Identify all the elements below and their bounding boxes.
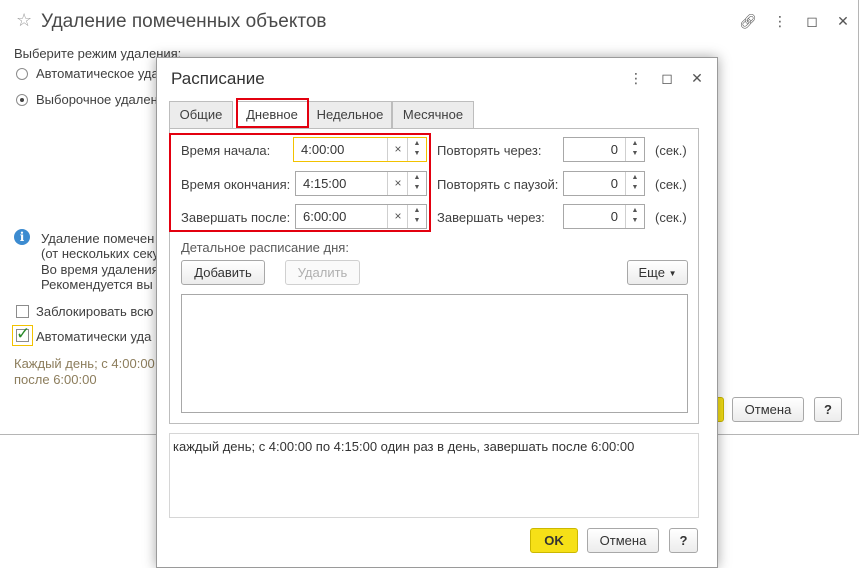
- schedule-link-line2[interactable]: после 6:00:00: [14, 372, 97, 387]
- add-button[interactable]: Добавить: [181, 260, 265, 285]
- repeat-pause-label: Повторять с паузой:: [437, 177, 559, 192]
- schedule-dialog: Расписание ⋮ ◻ ✕ Общие Дневное Недельное…: [156, 57, 718, 568]
- finish-in-spinner[interactable]: ▲ ▼: [625, 205, 644, 228]
- info-line-2: (от нескольких секу: [41, 246, 160, 261]
- tab-weekly[interactable]: Недельное: [308, 101, 392, 128]
- info-line-1: Удаление помечен: [41, 231, 155, 246]
- tab-monthly[interactable]: Месячное: [392, 101, 474, 128]
- detail-schedule-label: Детальное расписание дня:: [181, 240, 349, 255]
- checkbox-lock[interactable]: [16, 305, 29, 318]
- info-line-3: Во время удаления: [41, 262, 159, 277]
- ok-button[interactable]: OK: [530, 528, 578, 553]
- repeat-every-label: Повторять через:: [437, 143, 542, 158]
- repeat-every-input[interactable]: 0 ▲ ▼: [563, 137, 645, 162]
- repeat-every-unit: (сек.): [655, 143, 687, 158]
- more-button[interactable]: Еще ▼: [627, 260, 688, 285]
- dialog-close-icon[interactable]: ✕: [689, 70, 705, 86]
- repeat-every-spinner[interactable]: ▲ ▼: [625, 138, 644, 161]
- info-icon: i: [14, 229, 30, 245]
- delete-button[interactable]: Удалить: [285, 260, 360, 285]
- finish-in-value: 0: [610, 209, 618, 224]
- repeat-pause-spinner[interactable]: ▲ ▼: [625, 172, 644, 195]
- bg-cancel-button[interactable]: Отмена: [732, 397, 804, 422]
- radio-selective[interactable]: [16, 94, 28, 106]
- repeat-pause-unit: (сек.): [655, 177, 687, 192]
- dialog-title: Расписание: [171, 69, 265, 88]
- tab-general[interactable]: Общие: [169, 101, 233, 128]
- repeat-pause-input[interactable]: 0 ▲ ▼: [563, 171, 645, 196]
- radio-selective-label: Выборочное удален: [36, 92, 158, 107]
- finish-in-input[interactable]: 0 ▲ ▼: [563, 204, 645, 229]
- tab-daily-highlight: [236, 98, 309, 128]
- check-mark-icon: ✓: [16, 324, 31, 343]
- schedule-summary-text: каждый день; с 4:00:00 по 4:15:00 один р…: [173, 439, 635, 454]
- repeat-pause-value: 0: [610, 176, 618, 191]
- link-icon[interactable]: 🔗︎: [739, 13, 757, 29]
- dropdown-arrow-icon: ▼: [668, 269, 677, 279]
- cancel-button[interactable]: Отмена: [587, 528, 659, 553]
- favorite-star-icon[interactable]: ☆: [16, 11, 32, 29]
- info-line-4: Рекомендуется вы: [41, 277, 153, 292]
- dialog-maximize-icon[interactable]: ◻: [659, 70, 675, 86]
- dialog-more-icon[interactable]: ⋮: [628, 70, 644, 86]
- schedule-link-line1[interactable]: Каждый день; с 4:00:00: [14, 356, 155, 371]
- finish-in-unit: (сек.): [655, 210, 687, 225]
- close-icon[interactable]: ✕: [835, 13, 851, 29]
- more-menu-icon[interactable]: ⋮: [772, 13, 788, 29]
- radio-auto-label: Автоматическое уда: [36, 66, 159, 81]
- help-button[interactable]: ?: [669, 528, 698, 553]
- finish-in-label: Завершать через:: [437, 210, 545, 225]
- checkbox-lock-label: Заблокировать всю: [36, 304, 154, 319]
- checkbox-auto-label: Автоматически уда: [36, 329, 152, 344]
- time-fields-highlight: [169, 133, 431, 232]
- maximize-icon[interactable]: ◻: [804, 13, 820, 29]
- bg-help-button[interactable]: ?: [814, 397, 842, 422]
- repeat-every-value: 0: [610, 142, 618, 157]
- more-button-label: Еще: [638, 265, 665, 280]
- window-title: Удаление помеченных объектов: [41, 11, 327, 32]
- radio-auto[interactable]: [16, 68, 28, 80]
- detail-schedule-list[interactable]: [181, 294, 688, 413]
- checkbox-auto[interactable]: ✓: [16, 324, 30, 343]
